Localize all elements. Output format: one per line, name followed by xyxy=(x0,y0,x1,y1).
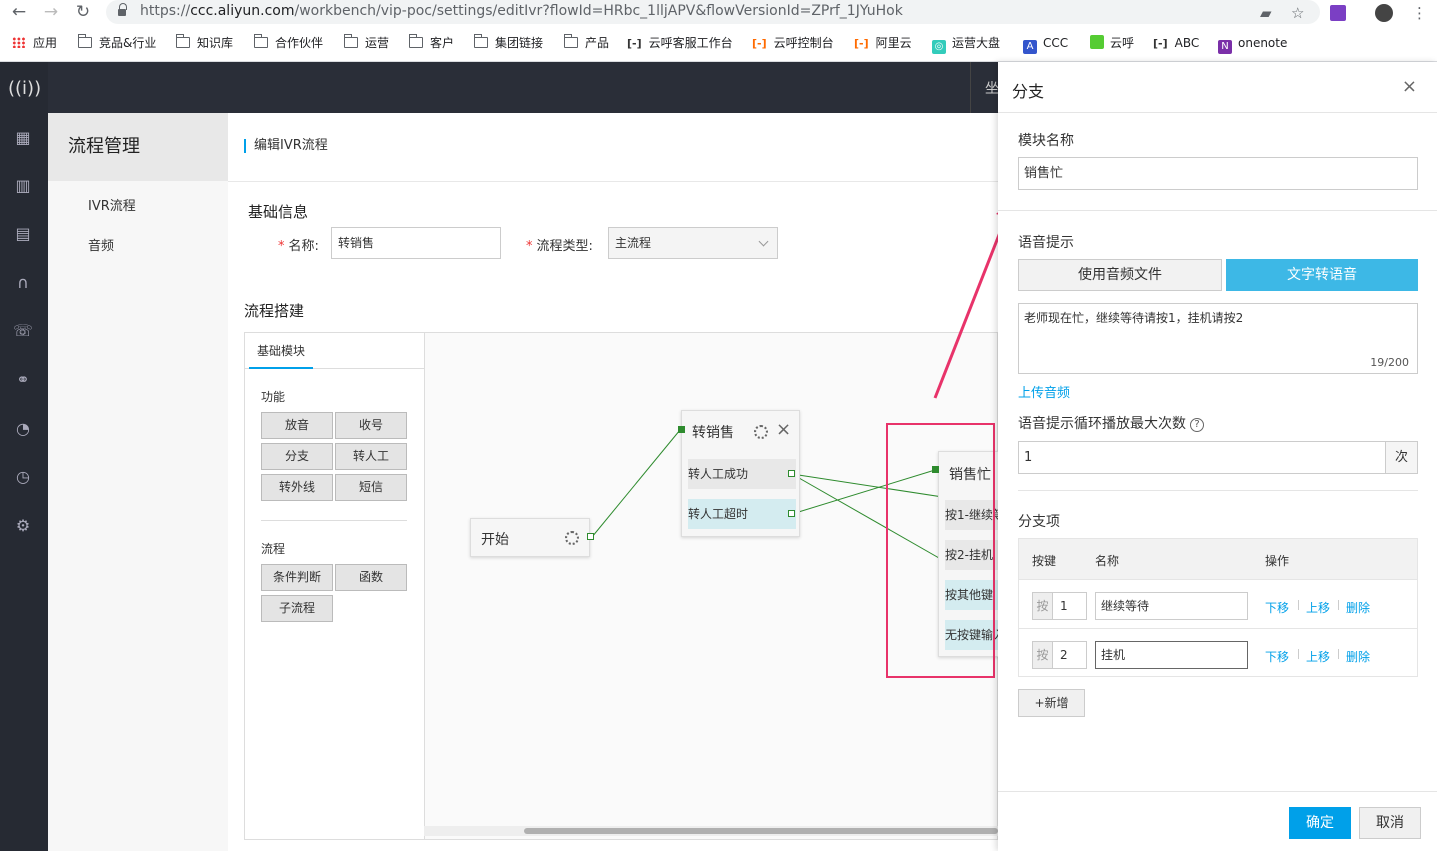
bracket-icon: [-] xyxy=(1153,37,1168,50)
tab-audio-file[interactable]: 使用音频文件 xyxy=(1018,259,1222,291)
output-port[interactable] xyxy=(788,470,795,477)
panel-title: 分支 xyxy=(1012,82,1045,101)
menu-dots-icon[interactable]: ⋮ xyxy=(1412,4,1427,22)
node-start-title: 开始 xyxy=(481,532,509,548)
connector-lines xyxy=(591,429,996,591)
delete-link[interactable]: 删除 xyxy=(1346,648,1370,665)
canvas-scrollbar[interactable] xyxy=(424,826,998,836)
loop-unit: 次 xyxy=(1385,441,1418,474)
profile-avatar[interactable] xyxy=(1375,4,1393,22)
header-key: 按键 xyxy=(1032,554,1057,568)
close-icon[interactable]: × xyxy=(776,419,791,440)
tts-textarea[interactable]: 老师现在忙，继续等待请按1，挂机请按2 19/200 xyxy=(1018,303,1418,374)
node-start[interactable]: 开始 xyxy=(470,518,594,557)
node-transfer[interactable]: 转销售 × 转人工成功 转人工超时 xyxy=(678,410,800,537)
bookmark-link[interactable]: A CCC xyxy=(1023,30,1068,56)
gear-icon[interactable] xyxy=(754,425,768,439)
node-row: 转人工超时 xyxy=(688,499,796,529)
loop-label: 语音提示循环播放最大次数? xyxy=(1018,413,1204,433)
key-input[interactable]: 按1 xyxy=(1032,592,1087,620)
confirm-button[interactable]: 确定 xyxy=(1289,807,1351,839)
input-port[interactable] xyxy=(678,426,685,433)
add-branch-button[interactable]: +新增 xyxy=(1018,689,1085,717)
key-input[interactable]: 按2 xyxy=(1032,641,1087,669)
move-up-link[interactable]: 上移 xyxy=(1306,599,1330,616)
branch-name-input[interactable]: 继续等待 xyxy=(1095,592,1248,620)
output-port[interactable] xyxy=(788,510,795,517)
header-name: 名称 xyxy=(1095,554,1120,568)
upload-audio-link[interactable]: 上传音频 xyxy=(1018,382,1070,401)
output-port[interactable] xyxy=(587,533,594,540)
help-icon[interactable]: ? xyxy=(1190,418,1204,432)
voice-label: 语音提示 xyxy=(1018,235,1074,251)
tts-text: 老师现在忙，继续等待请按1，挂机请按2 xyxy=(1024,311,1244,325)
annotation-highlight-box xyxy=(886,423,995,678)
move-up-link[interactable]: 上移 xyxy=(1306,648,1330,665)
bookmark-link[interactable]: [-] ABC xyxy=(1153,30,1199,56)
loop-count-input[interactable]: 1 xyxy=(1018,441,1386,474)
table-row: 按1 继续等待 下移 上移 删除 xyxy=(1019,579,1417,628)
letter-a-icon: A xyxy=(1023,40,1037,54)
bookmark-link[interactable]: Nonenote xyxy=(1218,30,1287,56)
branch-items-label: 分支项 xyxy=(1018,514,1060,530)
gear-icon[interactable] xyxy=(565,531,579,545)
branch-name-input[interactable]: 挂机 xyxy=(1095,641,1248,669)
move-down-link[interactable]: 下移 xyxy=(1265,599,1289,616)
char-count: 19/200 xyxy=(1370,356,1409,369)
tab-tts[interactable]: 文字转语音 xyxy=(1226,259,1418,291)
node-row: 转人工成功 xyxy=(688,459,796,489)
node-transfer-title: 转销售 xyxy=(692,425,734,441)
onenote-icon: N xyxy=(1218,40,1232,54)
table-row: 按2 挂机 下移 上移 删除 xyxy=(1019,628,1417,677)
camera-icon[interactable]: ▰ xyxy=(1260,4,1272,22)
header-actions: 操作 xyxy=(1265,554,1290,568)
branch-table: 按键 名称 操作 按1 继续等待 下移 上移 删除 按2 挂机 下移 上移 删除 xyxy=(1018,538,1418,677)
bookmark-link[interactable]: 云呼 xyxy=(1090,30,1134,56)
delete-link[interactable]: 删除 xyxy=(1346,599,1370,616)
move-down-link[interactable]: 下移 xyxy=(1265,648,1289,665)
extension-icon[interactable] xyxy=(1330,5,1346,21)
table-header: 按键 名称 操作 xyxy=(1019,539,1417,579)
module-name-label: 模块名称 xyxy=(1018,133,1074,149)
leaf-icon xyxy=(1090,35,1104,49)
star-icon[interactable]: ☆ xyxy=(1291,4,1304,22)
branch-settings-panel: 分支 × 模块名称 销售忙 语音提示 使用音频文件 文字转语音 老师现在忙，继续… xyxy=(998,62,1437,851)
scroll-thumb[interactable] xyxy=(524,828,998,834)
cancel-button[interactable]: 取消 xyxy=(1359,807,1421,839)
module-name-input[interactable]: 销售忙 xyxy=(1018,157,1418,190)
close-icon[interactable]: × xyxy=(1402,76,1417,97)
